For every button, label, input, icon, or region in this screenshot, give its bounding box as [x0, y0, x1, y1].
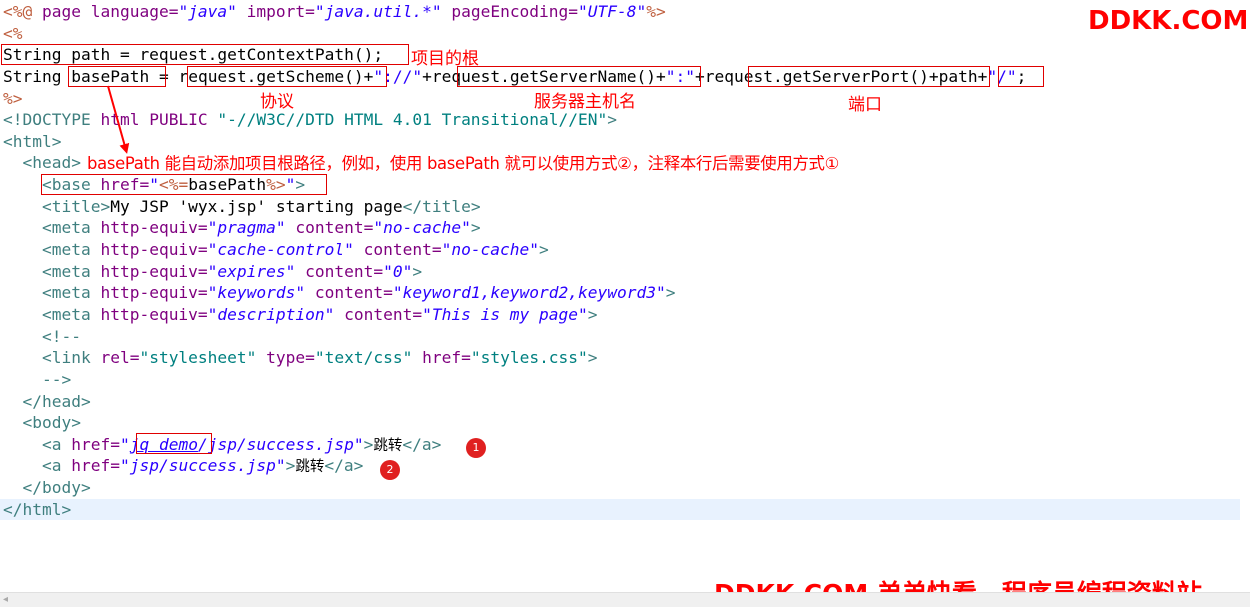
- base-href-box: [41, 174, 327, 195]
- basepath-note: basePath 能自动添加项目根路径，例如，使用 basePath 就可以使用…: [87, 154, 840, 173]
- code-line-2: <%: [3, 23, 23, 43]
- code-line-20: <body>: [22, 413, 81, 433]
- code-line-18: -->: [41, 369, 72, 389]
- scroll-left-icon[interactable]: ◂: [3, 593, 8, 607]
- code-line-13: <meta http-equiv="expires" content="0">: [41, 261, 423, 281]
- code-line-17: <link rel="stylesheet" type="text/css" h…: [41, 348, 598, 368]
- import-value: "java.util.*": [314, 2, 442, 21]
- page-attr: page language=: [32, 2, 179, 21]
- get-server-name-box: [457, 66, 701, 87]
- server-host-label: 服务器主机名: [534, 92, 636, 112]
- context-path-box: [1, 44, 409, 65]
- directive-close: %>: [646, 2, 666, 21]
- marker-2-icon: 2: [380, 460, 400, 480]
- get-scheme-box: [187, 66, 387, 87]
- code-line-1: <%@ page language="java" import="java.ut…: [3, 1, 1240, 23]
- horizontal-scrollbar[interactable]: ◂: [0, 592, 1250, 607]
- encoding-attr: pageEncoding=: [441, 2, 579, 21]
- context-root-label: 项目的根: [411, 49, 479, 69]
- path-var-box: [998, 66, 1044, 87]
- port-label: 端口: [848, 95, 882, 115]
- get-server-port-box: [748, 66, 990, 87]
- code-line-6: <!DOCTYPE html PUBLIC "-//W3C//DTD HTML …: [3, 110, 617, 130]
- code-line-12: <meta http-equiv="cache-control" content…: [41, 240, 549, 260]
- basepath-var-box: [68, 66, 166, 87]
- code-line-11: <meta http-equiv="pragma" content="no-ca…: [41, 218, 481, 238]
- code-line-14: <meta http-equiv="keywords" content="key…: [41, 283, 676, 303]
- code-line-24-current: </html>: [0, 498, 1240, 521]
- jq-demo-box: [136, 433, 212, 454]
- watermark-top: DDKK.COM: [1088, 6, 1249, 36]
- code-line-23: </body>: [22, 478, 91, 498]
- lang-value: "java": [178, 2, 237, 21]
- code-line-15: <meta http-equiv="description" content="…: [41, 304, 598, 324]
- import-attr: import=: [236, 2, 315, 21]
- protocol-label: 协议: [260, 92, 294, 112]
- marker-1-icon: 1: [466, 438, 486, 458]
- code-line-16: <!--: [41, 326, 81, 346]
- code-line-22: <a href="jsp/success.jsp">跳转</a>: [41, 456, 364, 476]
- code-line-19: </head>: [22, 391, 91, 411]
- code-line-10: <title>My JSP 'wyx.jsp' starting page</t…: [41, 196, 481, 216]
- directive-open: <%@: [3, 2, 33, 21]
- encoding-value: "UTF-8": [578, 2, 647, 21]
